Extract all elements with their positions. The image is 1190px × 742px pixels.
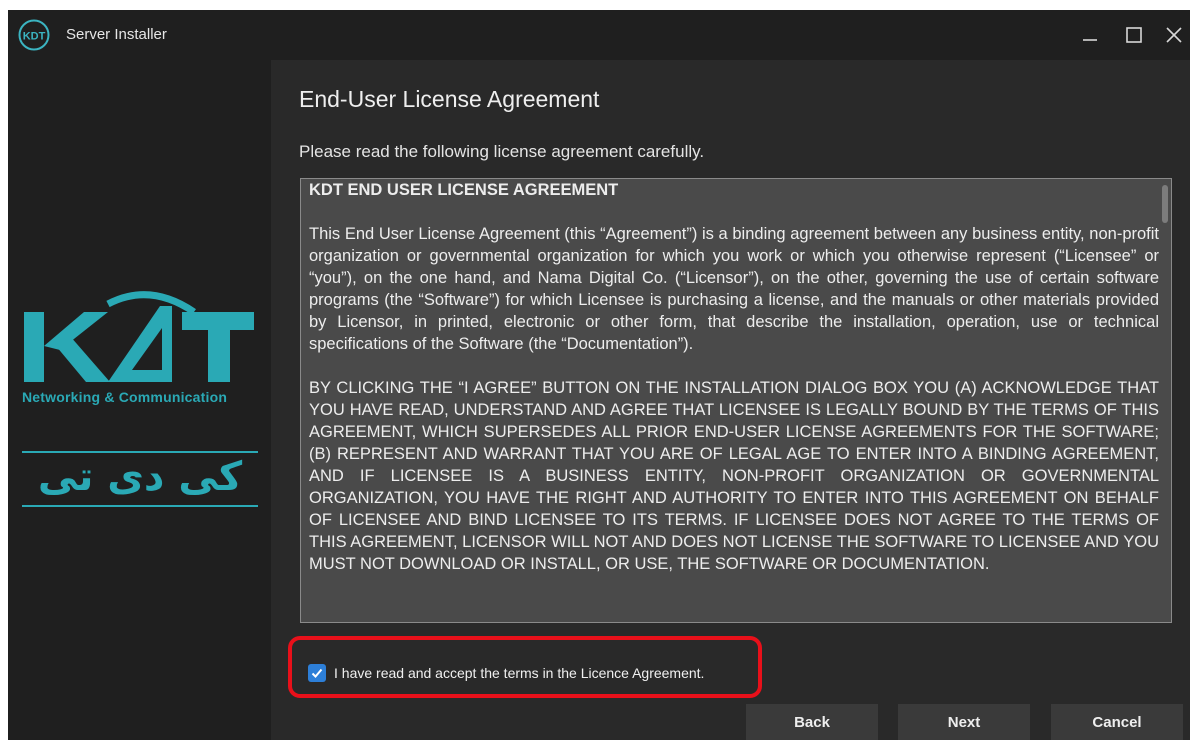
maximize-icon (1126, 27, 1142, 43)
maximize-button[interactable] (1114, 18, 1154, 52)
accept-terms-label[interactable]: I have read and accept the terms in the … (334, 665, 704, 681)
license-title: KDT END USER LICENSE AGREEMENT (309, 181, 619, 199)
next-button[interactable]: Next (898, 704, 1030, 740)
svg-text:KDT: KDT (23, 31, 46, 43)
minimize-button[interactable] (1070, 18, 1110, 52)
license-scrollbar[interactable] (1159, 179, 1171, 622)
license-paragraph: This End User License Agreement (this “A… (309, 225, 1159, 353)
brand-sidebar: Networking & Communication کی دی تی (8, 60, 270, 740)
window-title: Server Installer (66, 26, 167, 43)
app-logo-icon: KDT (18, 19, 50, 51)
back-button[interactable]: Back (746, 704, 878, 740)
checkmark-icon (311, 668, 323, 678)
cancel-button[interactable]: Cancel (1051, 704, 1183, 740)
brand-tagline: Networking & Communication (22, 389, 228, 405)
svg-text:کی دی تی: کی دی تی (38, 454, 243, 500)
license-text-area[interactable]: KDT END USER LICENSE AGREEMENT This End … (300, 178, 1172, 623)
title-bar: KDT Server Installer (8, 10, 1190, 60)
close-button[interactable] (1154, 18, 1190, 52)
close-icon (1166, 27, 1182, 43)
intro-text: Please read the following license agreem… (299, 142, 705, 161)
accept-terms-checkbox[interactable] (308, 664, 326, 682)
scrollbar-thumb[interactable] (1162, 185, 1168, 223)
main-panel: End-User License Agreement Please read t… (271, 60, 1190, 740)
license-content: KDT END USER LICENSE AGREEMENT This End … (309, 179, 1159, 575)
license-paragraph: BY CLICKING THE “I AGREE” BUTTON ON THE … (309, 379, 1159, 573)
kdt-persian-logo: کی دی تی (22, 451, 258, 507)
kdt-brand-logo (24, 291, 254, 382)
minimize-icon (1083, 39, 1097, 41)
installer-window: KDT Server Installer Networking & Commun… (8, 10, 1190, 740)
page-title: End-User License Agreement (299, 86, 600, 112)
accept-terms-row[interactable]: I have read and accept the terms in the … (308, 664, 704, 682)
